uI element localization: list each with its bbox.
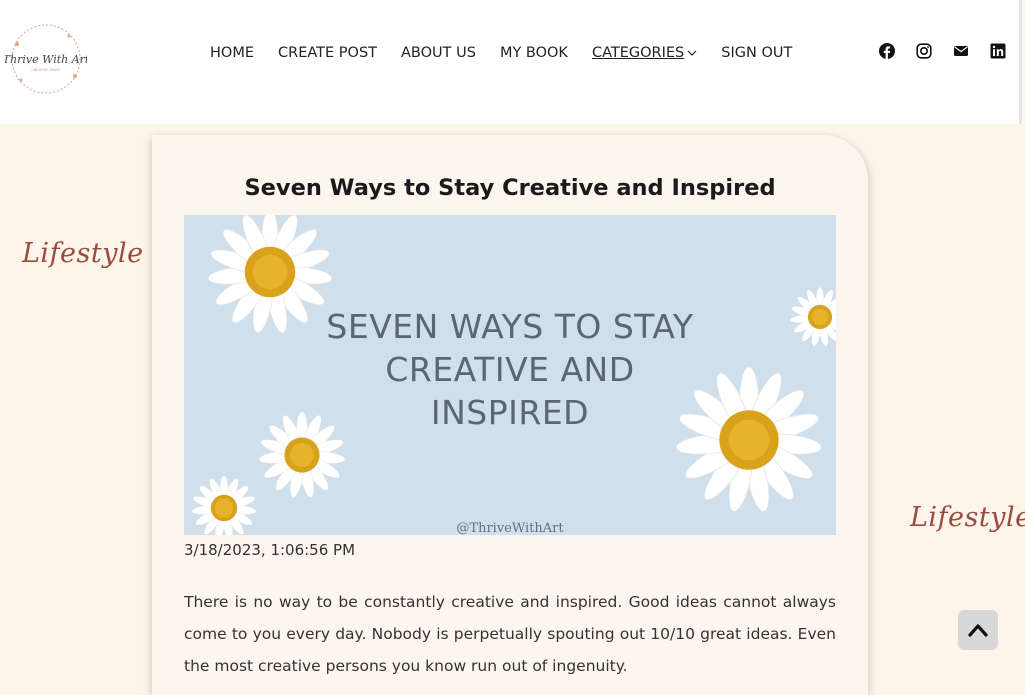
site-logo[interactable]: Thrive With Art CREATIVE SPACE (3, 22, 90, 96)
chevron-down-icon (687, 50, 697, 56)
post-body: There is no way to be constantly creativ… (184, 593, 836, 675)
nav-create-post[interactable]: CREATE POST (278, 45, 377, 61)
hero-headline: SEVEN WAYS TO STAY CREATIVE AND INSPIRED (184, 305, 836, 434)
site-header: Thrive With Art CREATIVE SPACE HOME CREA… (0, 0, 1022, 124)
post-date: 3/18/2023, 1:06:56 PM (184, 541, 356, 559)
nav-categories-label: CATEGORIES (591, 45, 685, 61)
nav-sign-out[interactable]: SIGN OUT (721, 45, 792, 61)
post-hero-image: SEVEN WAYS TO STAY CREATIVE AND INSPIRED… (184, 215, 836, 535)
logo-subtext: CREATIVE SPACE (31, 68, 60, 72)
instagram-icon[interactable] (916, 43, 932, 59)
post-title: Seven Ways to Stay Creative and Inspired (244, 175, 776, 201)
hero-line-1: SEVEN WAYS TO STAY (326, 307, 694, 346)
nav-home[interactable]: HOME (210, 45, 254, 61)
main-nav: HOME CREATE POST ABOUT US MY BOOK CATEGO… (210, 43, 816, 63)
scrollbar-edge (1019, 0, 1022, 124)
linkedin-icon[interactable] (990, 43, 1006, 59)
category-label-right: Lifestyle (910, 502, 1025, 533)
nav-about-us[interactable]: ABOUT US (401, 45, 476, 61)
hero-line-3: INSPIRED (430, 393, 590, 432)
post-card: Seven Ways to Stay Creative and Inspired (152, 135, 868, 695)
nav-categories[interactable]: CATEGORIES (592, 45, 697, 61)
logo-text: Thrive With Art (5, 53, 87, 66)
scroll-to-top-button[interactable] (958, 610, 998, 650)
category-label-left: Lifestyle (22, 238, 144, 269)
social-links (879, 43, 1006, 59)
mail-icon[interactable] (953, 43, 969, 59)
nav-my-book[interactable]: MY BOOK (500, 45, 568, 61)
facebook-icon[interactable] (879, 43, 895, 59)
chevron-up-icon (968, 624, 988, 637)
hero-handle: @ThriveWithArt (456, 521, 564, 535)
hero-line-2: CREATIVE AND (385, 350, 635, 389)
